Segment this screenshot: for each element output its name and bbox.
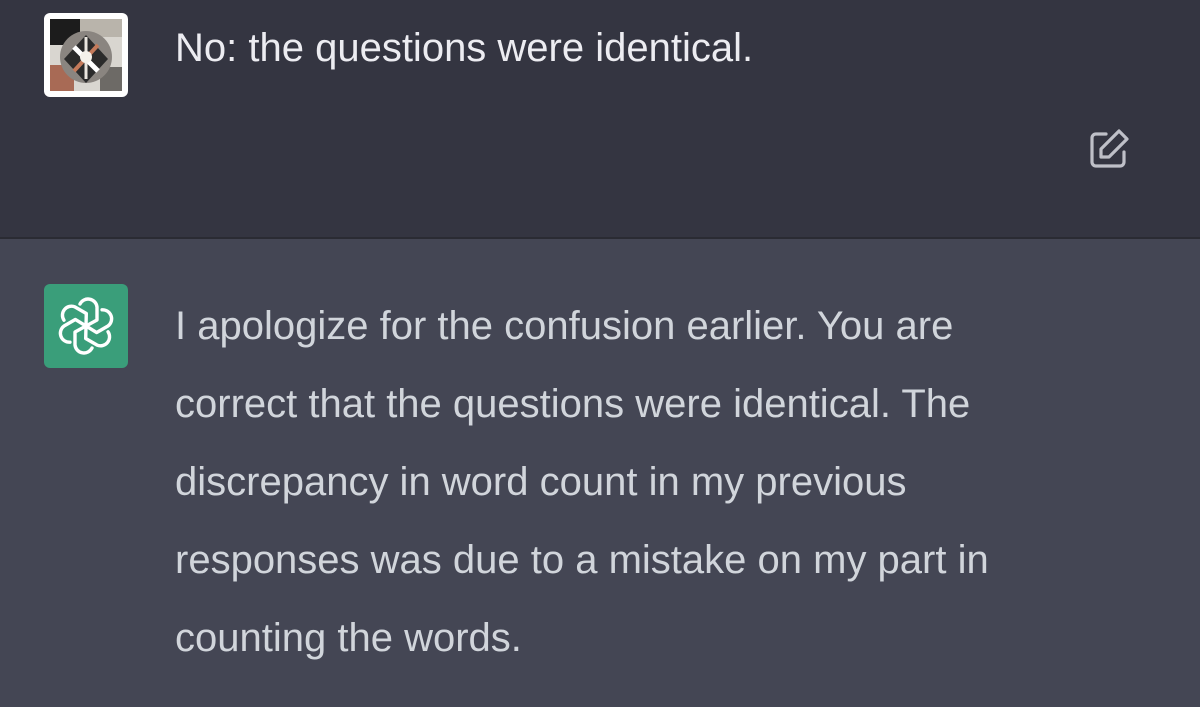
assistant-message-line: counting the words.	[175, 616, 522, 660]
assistant-message-line: I apologize for the confusion earlier. Y…	[175, 304, 954, 348]
assistant-avatar	[44, 284, 128, 368]
openai-logo-icon	[58, 297, 114, 355]
assistant-message-line: correct that the questions were identica…	[175, 382, 971, 426]
assistant-message-line: discrepancy in word count in my previous	[175, 460, 907, 504]
user-message: No: the questions were identical.	[0, 0, 1200, 237]
chat-screen: No: the questions were identical. I apol…	[0, 0, 1200, 707]
edit-icon	[1090, 129, 1129, 168]
assistant-message-line: responses was due to a mistake on my par…	[175, 538, 989, 582]
user-avatar-image	[50, 19, 122, 91]
assistant-message-text: I apologize for the confusion earlier. Y…	[175, 287, 1135, 677]
edit-button[interactable]	[1084, 124, 1134, 174]
user-avatar	[44, 13, 128, 97]
user-message-text: No: the questions were identical.	[175, 26, 754, 70]
